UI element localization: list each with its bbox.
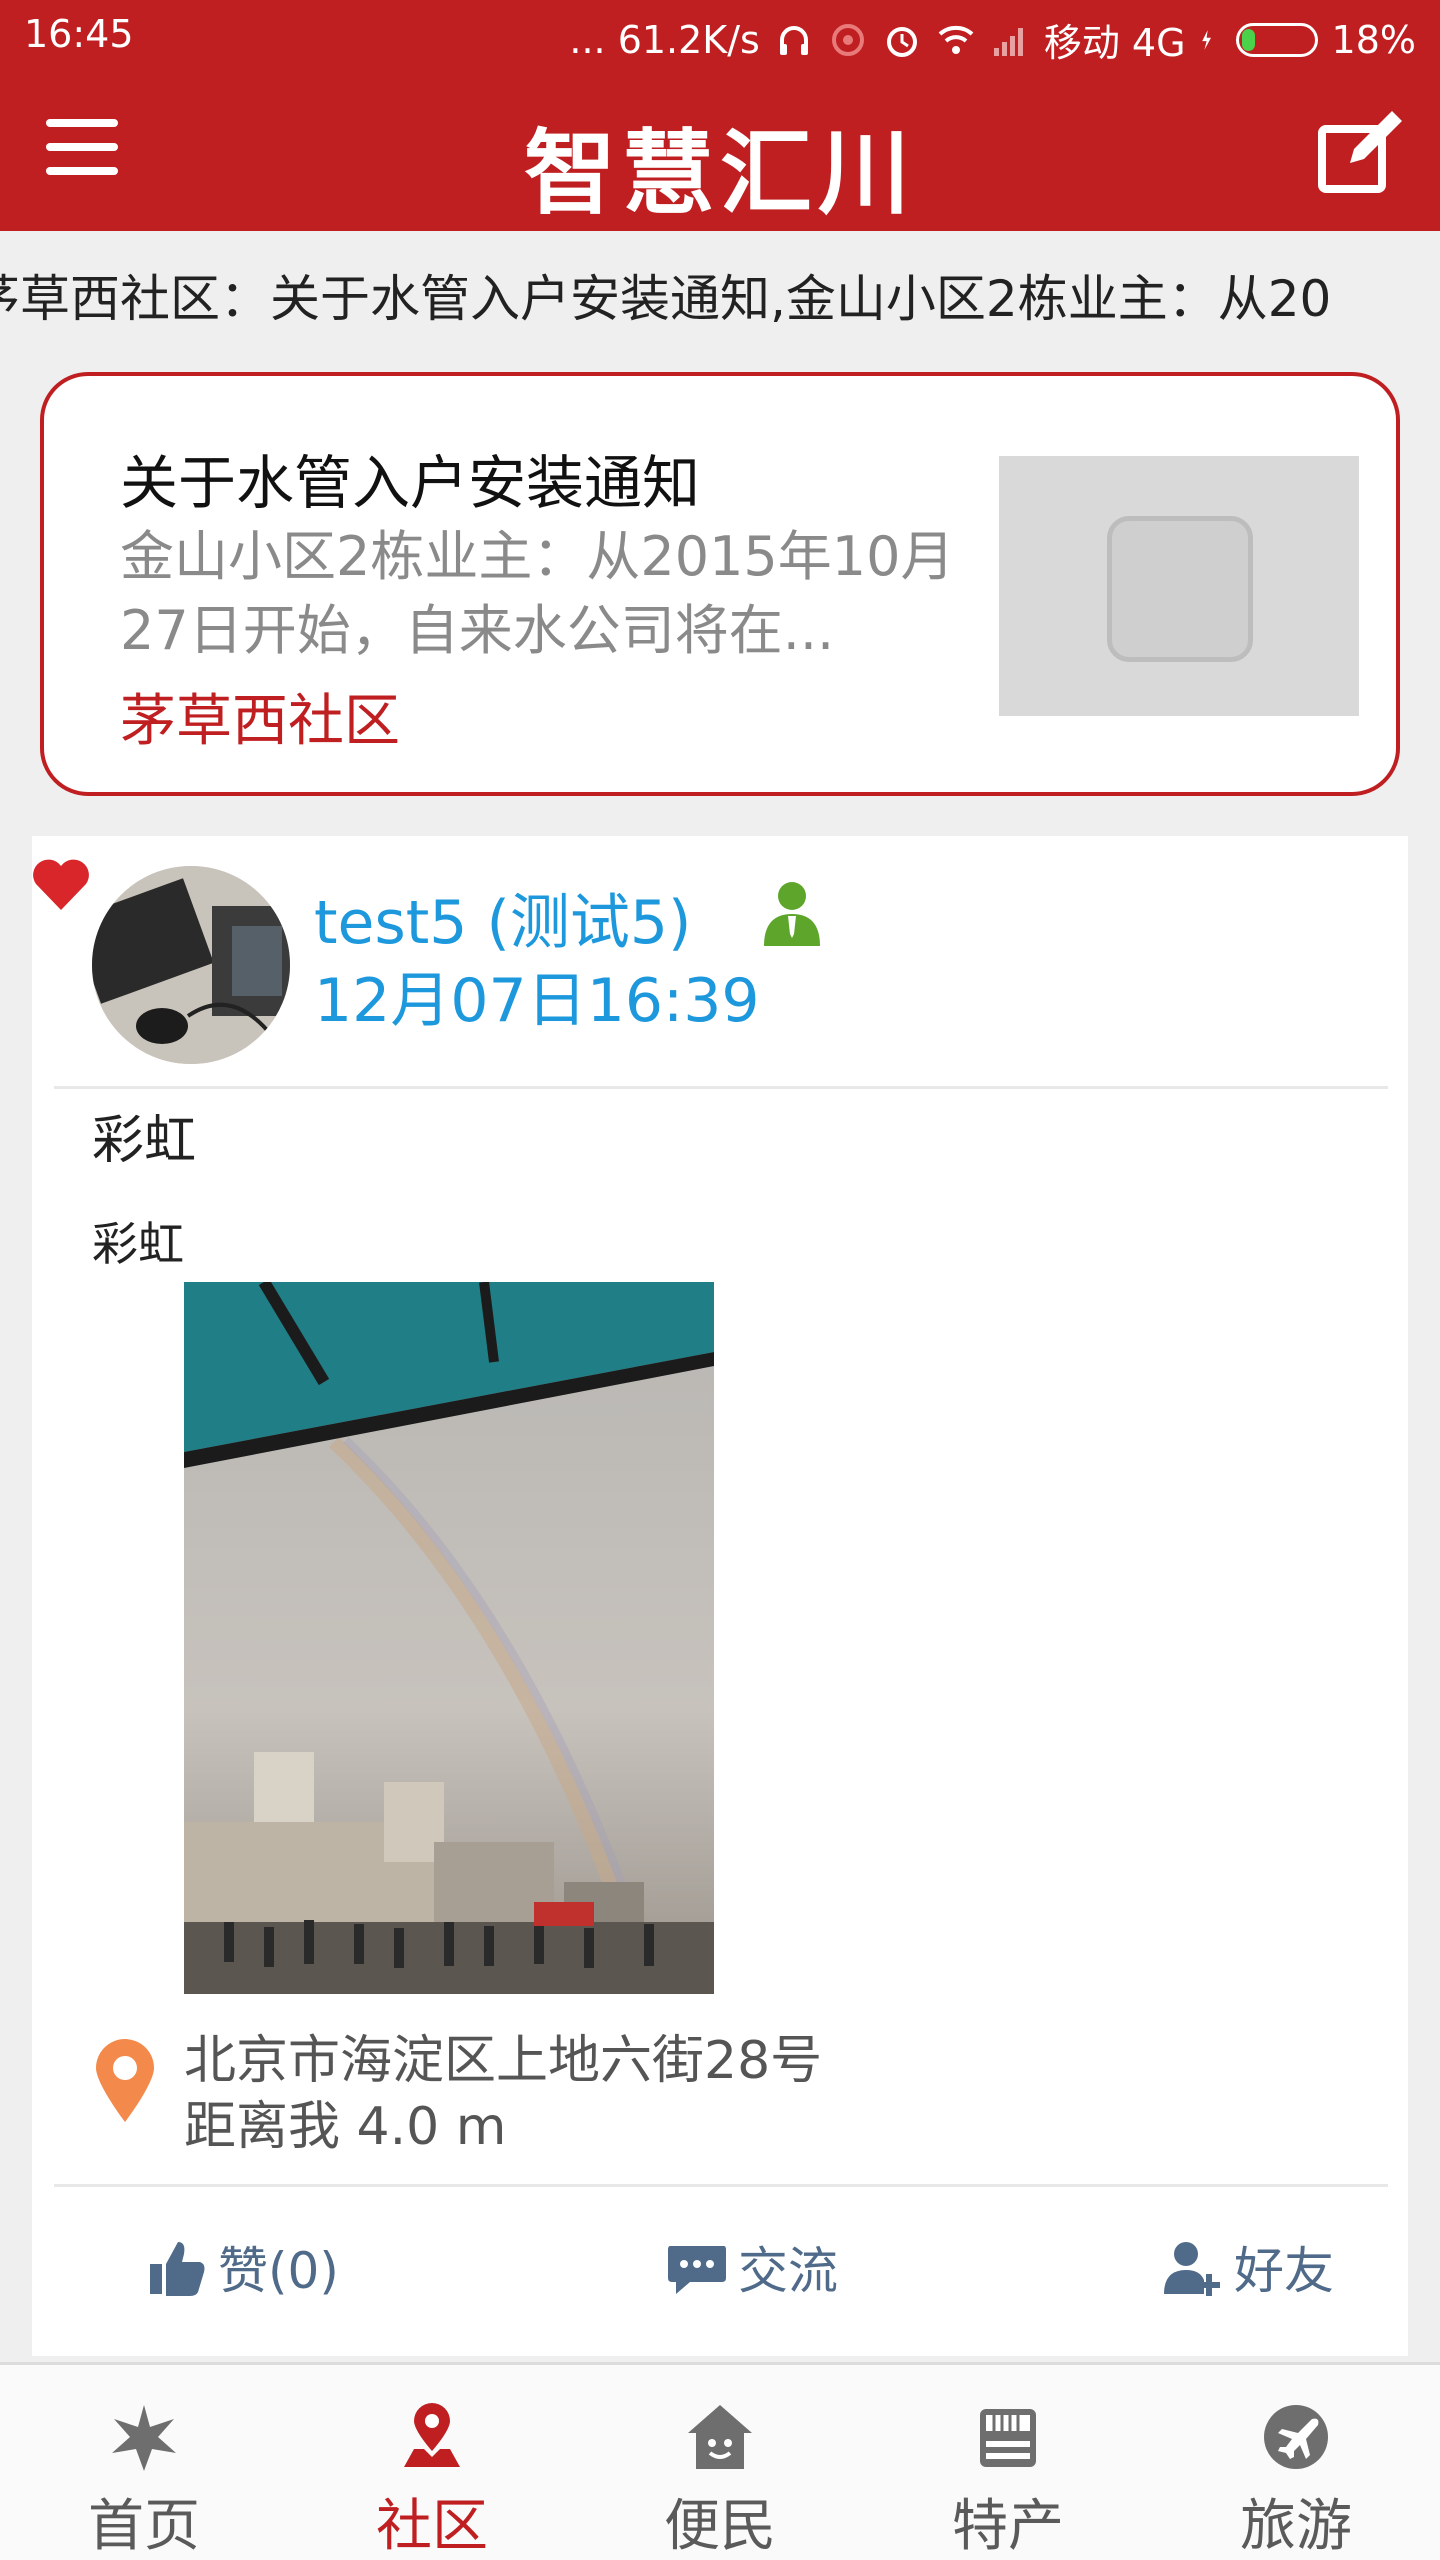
add-friend-button[interactable]: 好友 — [1160, 2222, 1334, 2312]
avatar[interactable] — [92, 866, 290, 1064]
ticker-text: 茅草西社区：关于水管入户安装通知,金山小区2栋业主：从20 — [0, 270, 1332, 328]
avatar-image — [92, 866, 290, 1064]
nav-item-community[interactable]: 社区 — [288, 2365, 576, 2560]
location-address: 北京市海淀区上地六街28号 — [184, 2031, 823, 2091]
status-indicators: ... 61.2K/s 移动 4G 18% — [569, 12, 1416, 67]
nav-item-services[interactable]: 便民 — [576, 2365, 864, 2560]
battery-percent: 18% — [1331, 17, 1416, 62]
like-button[interactable]: 赞(0) — [144, 2222, 339, 2312]
user-badge-icon — [764, 882, 820, 946]
battery-icon — [1235, 22, 1318, 57]
charging-icon — [1201, 29, 1211, 50]
comment-button[interactable]: 交流 — [664, 2222, 838, 2312]
app-title: 智慧汇川 — [523, 119, 916, 227]
nav-label: 便民 — [664, 2494, 776, 2559]
alarm-icon — [886, 26, 917, 57]
post-time: 12月07日16:39 — [314, 966, 760, 1036]
post-author[interactable]: test5 (测试5) — [314, 874, 691, 961]
nav-label: 旅游 — [1240, 2494, 1352, 2559]
nav-label: 首页 — [88, 2494, 200, 2559]
post-card: test5 (测试5) 12月07日16:39 彩虹 彩虹 北京市海淀区上地六街… — [32, 836, 1408, 2356]
heart-icon[interactable] — [30, 856, 92, 912]
star-burst-icon — [112, 2405, 176, 2471]
nav-label: 特产 — [952, 2494, 1064, 2559]
nav-item-specialty[interactable]: 特产 — [864, 2365, 1152, 2560]
location-distance: 距离我 4.0 m — [184, 2097, 507, 2157]
news-ticker[interactable]: 茅草西社区：关于水管入户安装通知,金山小区2栋业主：从20 — [0, 231, 1440, 351]
notice-title: 关于水管入户安装通知 — [120, 449, 701, 517]
sync-icon — [831, 23, 864, 56]
status-bar: 16:45 ... 61.2K/s 移动 4G 18% — [0, 0, 1440, 73]
battery-fill — [1241, 28, 1256, 51]
map-pin-icon — [404, 2403, 460, 2467]
airplane-icon — [1264, 2405, 1328, 2469]
nav-item-home[interactable]: 首页 — [0, 2365, 288, 2560]
app-bar: 智慧汇川 — [0, 73, 1440, 231]
thumbs-up-icon — [150, 2242, 205, 2296]
compose-icon[interactable] — [1310, 103, 1410, 203]
signal-icon — [993, 27, 1023, 56]
add-user-icon — [1164, 2242, 1220, 2296]
app-logo-placeholder — [1107, 516, 1253, 662]
status-time: 16:45 — [24, 12, 134, 56]
comment-label: 交流 — [738, 2242, 838, 2300]
bottom-nav: 首页 社区 便民 特产 旅游 — [0, 2362, 1440, 2560]
add-friend-label: 好友 — [1234, 2242, 1334, 2300]
nav-item-travel[interactable]: 旅游 — [1152, 2365, 1440, 2560]
divider — [54, 1086, 1388, 1089]
network-speed: ... 61.2K/s — [569, 17, 760, 62]
carrier-label: 移动 4G — [1043, 21, 1186, 65]
location-pin-icon — [96, 2039, 154, 2122]
house-icon — [688, 2405, 752, 2469]
shop-icon — [980, 2409, 1036, 2467]
post-photo[interactable] — [184, 1282, 714, 1994]
notice-description: 金山小区2栋业主：从2015年10月27日开始，自来水公司将在... — [120, 525, 955, 662]
rainbow-photo — [184, 1282, 714, 1994]
notice-source: 茅草西社区 — [120, 689, 400, 754]
notice-thumbnail — [999, 456, 1359, 716]
nav-label: 社区 — [376, 2494, 488, 2559]
post-body: 彩虹 — [92, 1217, 184, 1271]
divider — [54, 2184, 1388, 2187]
notice-card[interactable]: 关于水管入户安装通知 金山小区2栋业主：从2015年10月27日开始，自来水公司… — [40, 372, 1400, 796]
wifi-icon — [938, 25, 974, 54]
chat-bubble-icon — [668, 2246, 726, 2294]
post-title: 彩虹 — [92, 1111, 197, 1171]
like-label: 赞(0) — [218, 2242, 339, 2300]
headphone-icon — [779, 25, 808, 55]
